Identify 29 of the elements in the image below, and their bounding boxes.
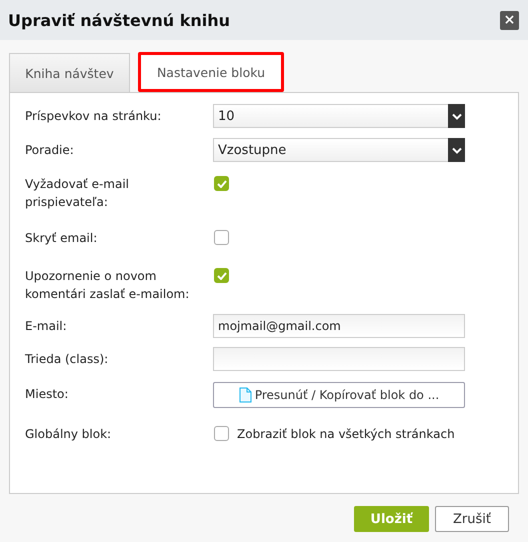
window-title: Upraviť návštevnú knihu	[8, 10, 230, 30]
field-label: Globálny blok:	[25, 426, 112, 443]
checkbox[interactable]	[214, 268, 229, 283]
field-label: E-mail:	[25, 318, 68, 335]
caret-icon	[448, 104, 465, 128]
close-button[interactable]: ×	[500, 10, 519, 30]
dropdown[interactable]: Vzostupne	[213, 138, 465, 162]
tab[interactable]: Kniha návštev	[9, 53, 130, 92]
checkbox[interactable]	[214, 426, 229, 441]
checkbox-label: Zobraziť blok na všetkých stránkach	[237, 426, 455, 440]
checkbox[interactable]	[214, 230, 229, 245]
input-field[interactable]	[213, 347, 465, 371]
check-icon	[216, 272, 226, 280]
move-button[interactable]: Presunúť / Kopírovať blok do ...	[213, 382, 465, 408]
tab[interactable]: Nastavenie bloku	[138, 52, 284, 92]
field-label: Poradie:	[25, 142, 75, 159]
check-icon	[216, 180, 226, 188]
field-label: Vyžadovať e-mail prispievateľa:	[25, 176, 130, 211]
field-label: Miesto:	[25, 386, 70, 403]
dropdown[interactable]: 10	[213, 104, 465, 128]
field-label: Upozornenie o novom komentári zaslať e-mailom:	[25, 268, 190, 303]
cancel-button[interactable]: Zrušiť	[435, 506, 509, 532]
checkbox[interactable]	[214, 176, 229, 191]
field-label: Príspevkov na stránku:	[25, 108, 162, 125]
input-field[interactable]: mojmail@gmail.com	[213, 314, 465, 338]
field-label: Trieda (class):	[25, 351, 110, 368]
document-icon	[238, 387, 252, 403]
caret-icon	[448, 138, 465, 162]
field-label: Skryť email:	[25, 230, 98, 247]
